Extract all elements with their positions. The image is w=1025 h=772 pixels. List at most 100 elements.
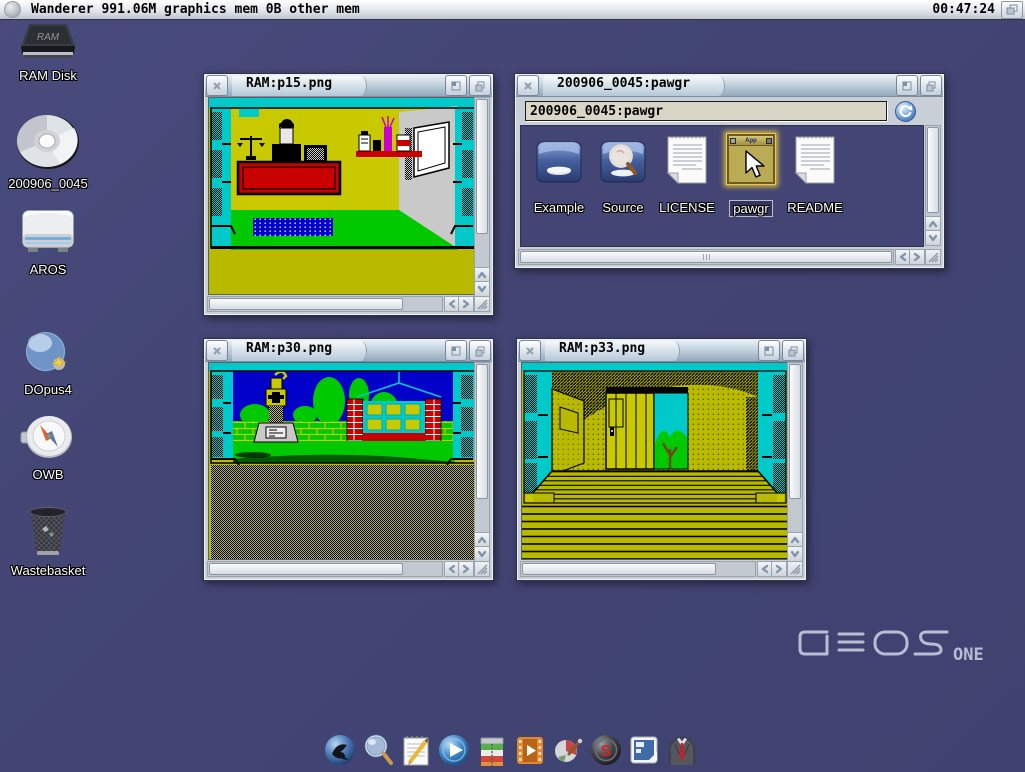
aros-one-logo-image: one aros [795, 620, 995, 672]
close-button[interactable] [206, 75, 228, 96]
dock-icon-search[interactable] [360, 731, 396, 769]
depth-button[interactable] [920, 75, 942, 96]
scroll-right-button[interactable] [771, 561, 787, 577]
dock-icon-s-utility[interactable]: S [588, 731, 624, 769]
vertical-scroll-knob[interactable] [476, 364, 488, 499]
file-icon-source[interactable]: Source [591, 134, 655, 215]
zoom-button[interactable] [758, 340, 780, 361]
resize-handle[interactable] [474, 296, 490, 312]
vertical-scroll-knob[interactable] [476, 99, 488, 234]
dock-icon-video-player[interactable] [512, 731, 548, 769]
file-label: README [787, 200, 843, 215]
resize-handle[interactable] [925, 249, 941, 265]
reload-button[interactable] [895, 101, 916, 122]
zoom-icon [763, 345, 775, 357]
vertical-scrollbar[interactable] [474, 362, 490, 534]
scroll-down-button[interactable] [474, 546, 490, 562]
resize-icon [789, 563, 801, 575]
vertical-scroll-knob[interactable] [789, 364, 801, 499]
arrow-up-icon [928, 219, 938, 229]
vertical-scroll-knob[interactable] [927, 127, 939, 213]
titlebar[interactable]: RAM:p15.png [205, 75, 492, 97]
dock: S [322, 731, 700, 769]
titlebar[interactable]: 200906_0045:pawgr [516, 75, 943, 97]
menubar: Wanderer 991.06M graphics mem 0B other m… [0, 0, 1025, 20]
depth-button[interactable] [469, 340, 491, 361]
blue-sphere-icon [23, 330, 73, 378]
arrow-down-icon [928, 233, 938, 243]
desktop-icon-wastebasket[interactable]: Wastebasket [0, 503, 96, 578]
depth-button[interactable] [782, 340, 804, 361]
file-icon-example[interactable]: Example [527, 134, 591, 215]
cd-disc-icon [14, 114, 82, 172]
scroll-right-button[interactable] [909, 249, 925, 265]
screen-depth-icon [1006, 4, 1018, 16]
scroll-down-button[interactable] [925, 230, 941, 246]
horizontal-scrollbar[interactable] [520, 561, 756, 577]
zoom-button[interactable] [445, 75, 467, 96]
vertical-scrollbar[interactable] [474, 97, 490, 269]
image-canvas-p33 [521, 362, 789, 560]
window-title: 200906_0045:pawgr [543, 76, 725, 96]
horizontal-scroll-knob[interactable] [209, 298, 403, 310]
dock-icon-aros-app[interactable] [322, 731, 358, 769]
horizontal-scrollbar[interactable] [207, 561, 443, 577]
svg-text:S: S [601, 743, 612, 760]
horizontal-scroll-knob[interactable] [520, 251, 892, 263]
scroll-right-button[interactable] [458, 296, 474, 312]
desktop-icon-aros-drive[interactable]: AROS [0, 208, 96, 277]
resize-handle[interactable] [787, 561, 803, 577]
close-icon [522, 80, 534, 92]
horizontal-scrollbar[interactable] [207, 296, 443, 312]
zoom-button[interactable] [896, 75, 918, 96]
horizontal-scroll-knob[interactable] [522, 563, 716, 575]
close-icon [524, 345, 536, 357]
aros-logo-icon [4, 1, 21, 18]
scroll-right-button[interactable] [458, 561, 474, 577]
dock-icon-business-app[interactable] [664, 731, 700, 769]
file-icon-readme[interactable]: README [783, 134, 847, 215]
reload-icon [895, 101, 916, 122]
arrow-up-icon [477, 535, 487, 545]
mouse-cursor [744, 150, 766, 185]
dock-icon-image-editor[interactable] [550, 731, 586, 769]
screen-depth-button[interactable] [1001, 1, 1023, 19]
vertical-scrollbar[interactable] [925, 125, 941, 218]
close-button[interactable] [519, 340, 541, 361]
dock-icon-screen-prefs[interactable] [626, 731, 662, 769]
svg-text:RAM: RAM [37, 32, 60, 43]
resize-handle[interactable] [474, 561, 490, 577]
filmstrip-play-icon [513, 732, 547, 768]
dock-icon-text-editor[interactable] [398, 731, 434, 769]
close-icon [211, 80, 223, 92]
desktop-icon-ram-disk[interactable]: RAM RAM Disk [0, 22, 96, 83]
dock-icon-archiver[interactable] [474, 731, 510, 769]
desktop-icon-dopus4[interactable]: DOpus4 [0, 330, 96, 397]
horizontal-scroll-knob[interactable] [209, 563, 403, 575]
path-input[interactable] [525, 101, 887, 121]
zoom-icon [450, 80, 462, 92]
close-button[interactable] [517, 75, 539, 96]
zoom-button[interactable] [445, 340, 467, 361]
arrow-down-icon [477, 549, 487, 559]
titlebar[interactable]: RAM:p30.png [205, 340, 492, 362]
window-p30: RAM:p30.png [203, 338, 494, 581]
scroll-down-button[interactable] [787, 546, 803, 562]
scroll-down-button[interactable] [474, 281, 490, 297]
arrow-down-icon [477, 284, 487, 294]
desktop-icon-owb[interactable]: OWB [0, 415, 96, 482]
desktop-icon-cd[interactable]: 200906_0045 [0, 114, 96, 191]
resize-icon [476, 298, 488, 310]
image-canvas-p15 [208, 97, 476, 295]
titlebar[interactable]: RAM:p33.png [518, 340, 805, 362]
horizontal-scrollbar[interactable] [518, 249, 894, 265]
dock-icon-media-player[interactable] [436, 731, 472, 769]
file-icon-license[interactable]: LICENSE [655, 134, 719, 215]
vertical-scrollbar[interactable] [787, 362, 803, 534]
arrow-up-icon [790, 535, 800, 545]
spectrum-scene-shop [209, 98, 475, 294]
desktop-icon-label: Wastebasket [11, 563, 86, 578]
close-button[interactable] [206, 340, 228, 361]
drawer-icon [535, 140, 583, 184]
depth-button[interactable] [469, 75, 491, 96]
